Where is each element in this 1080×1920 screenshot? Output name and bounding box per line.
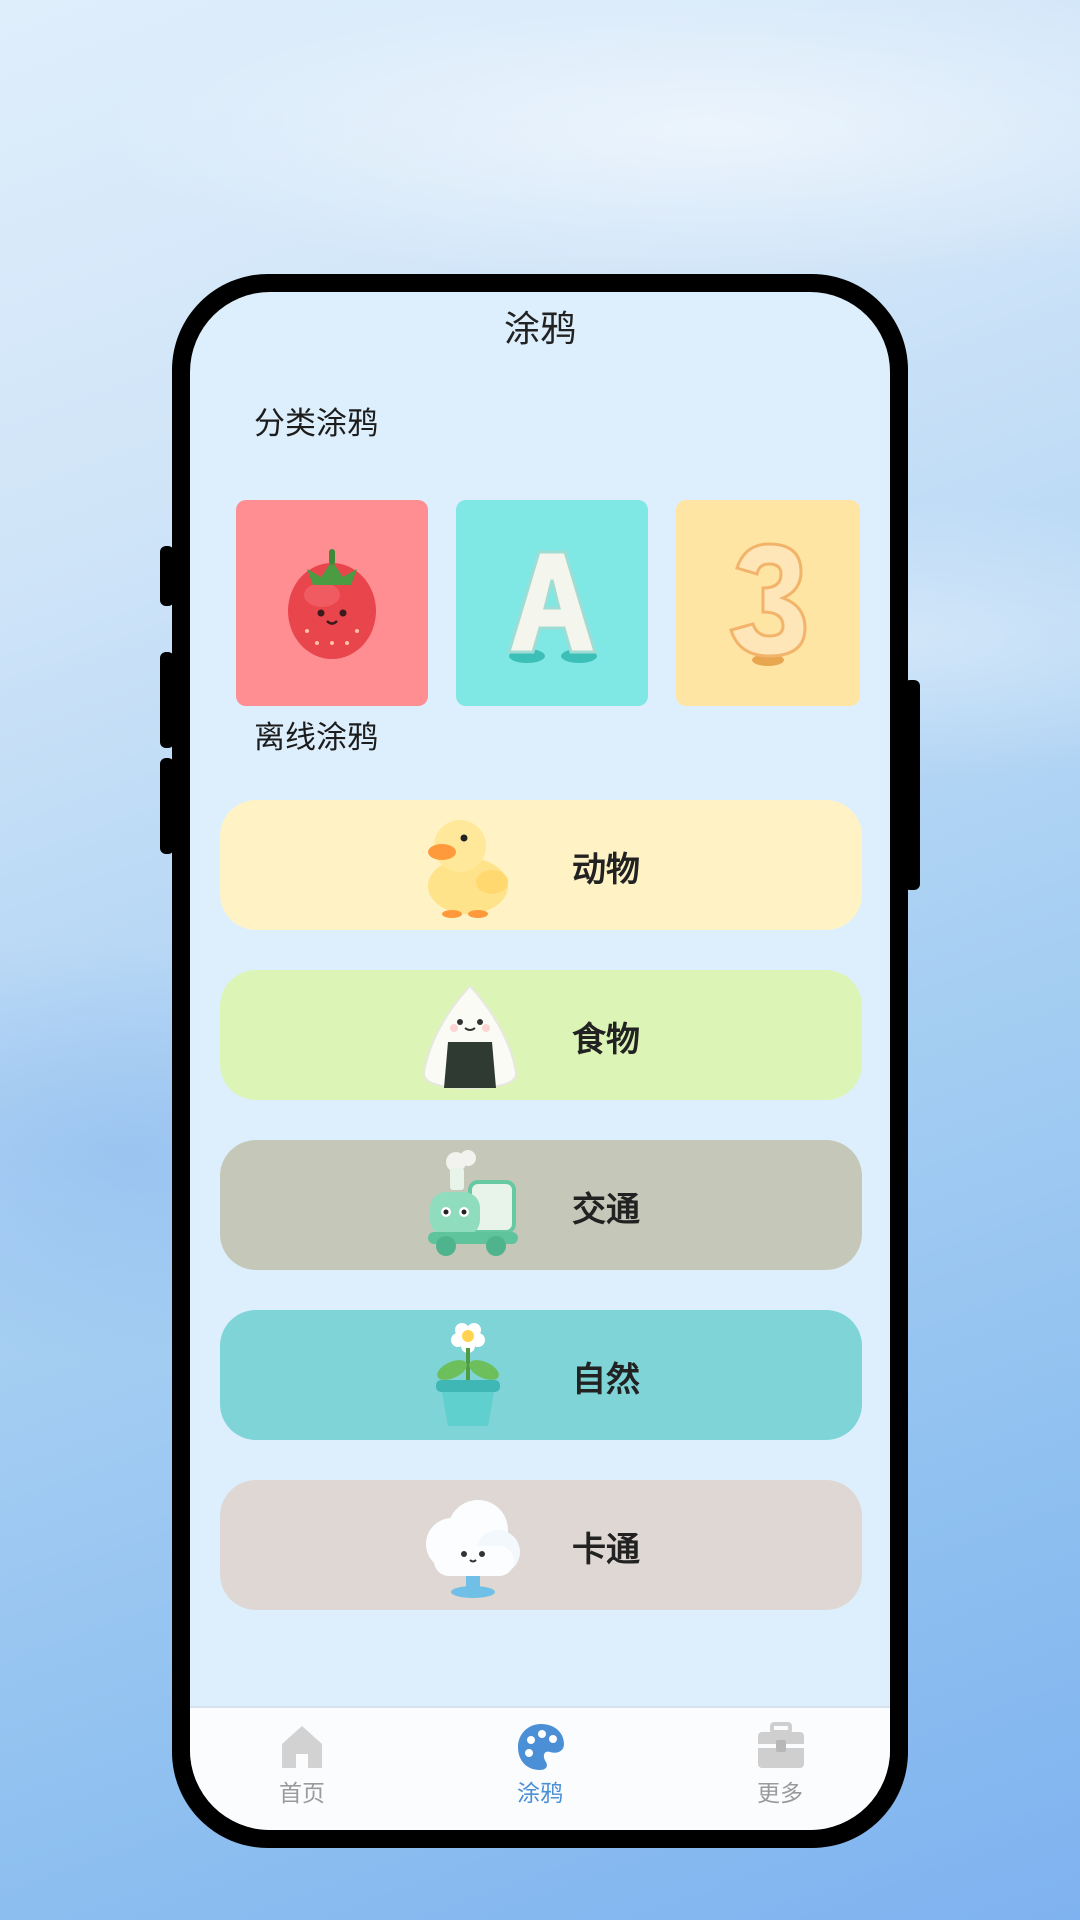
phone-screen: 涂鸦 分类涂鸦 离线涂鸦 动物 食物 交通 自然 卡通 首页 涂鸦 更多 [190, 292, 890, 1830]
offline-item-animals[interactable]: 动物 [220, 800, 862, 930]
duck-icon [428, 820, 508, 918]
home-icon [282, 1726, 322, 1768]
number-3-icon [729, 542, 807, 666]
letter-a-icon [506, 550, 598, 663]
flower-pot-icon [436, 1323, 500, 1426]
tab-home-label: 首页 [279, 1781, 325, 1807]
category-tile-letter[interactable] [456, 500, 648, 706]
offline-section-title: 离线涂鸦 [254, 720, 378, 756]
palette-icon [518, 1724, 564, 1770]
tab-home[interactable]: 首页 [242, 1708, 362, 1830]
tab-doodle-label: 涂鸦 [517, 1781, 563, 1807]
toolbox-icon [758, 1722, 804, 1768]
train-icon [428, 1150, 518, 1256]
offline-item-food[interactable]: 食物 [220, 970, 862, 1100]
tab-more[interactable]: 更多 [720, 1708, 840, 1830]
offline-item-label: 食物 [572, 1020, 640, 1060]
offline-item-label: 自然 [572, 1360, 640, 1400]
bottom-tab-bar: 首页 涂鸦 更多 [190, 1706, 890, 1830]
rice-ball-icon [422, 984, 518, 1090]
offline-item-label: 卡通 [572, 1530, 640, 1570]
strawberry-icon [288, 549, 376, 659]
category-section-title: 分类涂鸦 [254, 406, 378, 442]
tab-more-label: 更多 [757, 1781, 803, 1807]
offline-item-label: 交通 [572, 1190, 640, 1230]
offline-item-nature[interactable]: 自然 [220, 1310, 862, 1440]
category-tile-strawberry[interactable] [236, 500, 428, 706]
offline-item-label: 动物 [572, 850, 640, 890]
category-tile-number[interactable] [676, 500, 860, 706]
cloud-icon [426, 1500, 520, 1598]
offline-item-transport[interactable]: 交通 [220, 1140, 862, 1270]
page-title: 涂鸦 [503, 309, 576, 350]
offline-item-cartoon[interactable]: 卡通 [220, 1480, 862, 1610]
tab-doodle[interactable]: 涂鸦 [480, 1708, 600, 1830]
phone-frame: 涂鸦 分类涂鸦 离线涂鸦 动物 食物 交通 自然 卡通 首页 涂鸦 更多 [172, 274, 908, 1848]
